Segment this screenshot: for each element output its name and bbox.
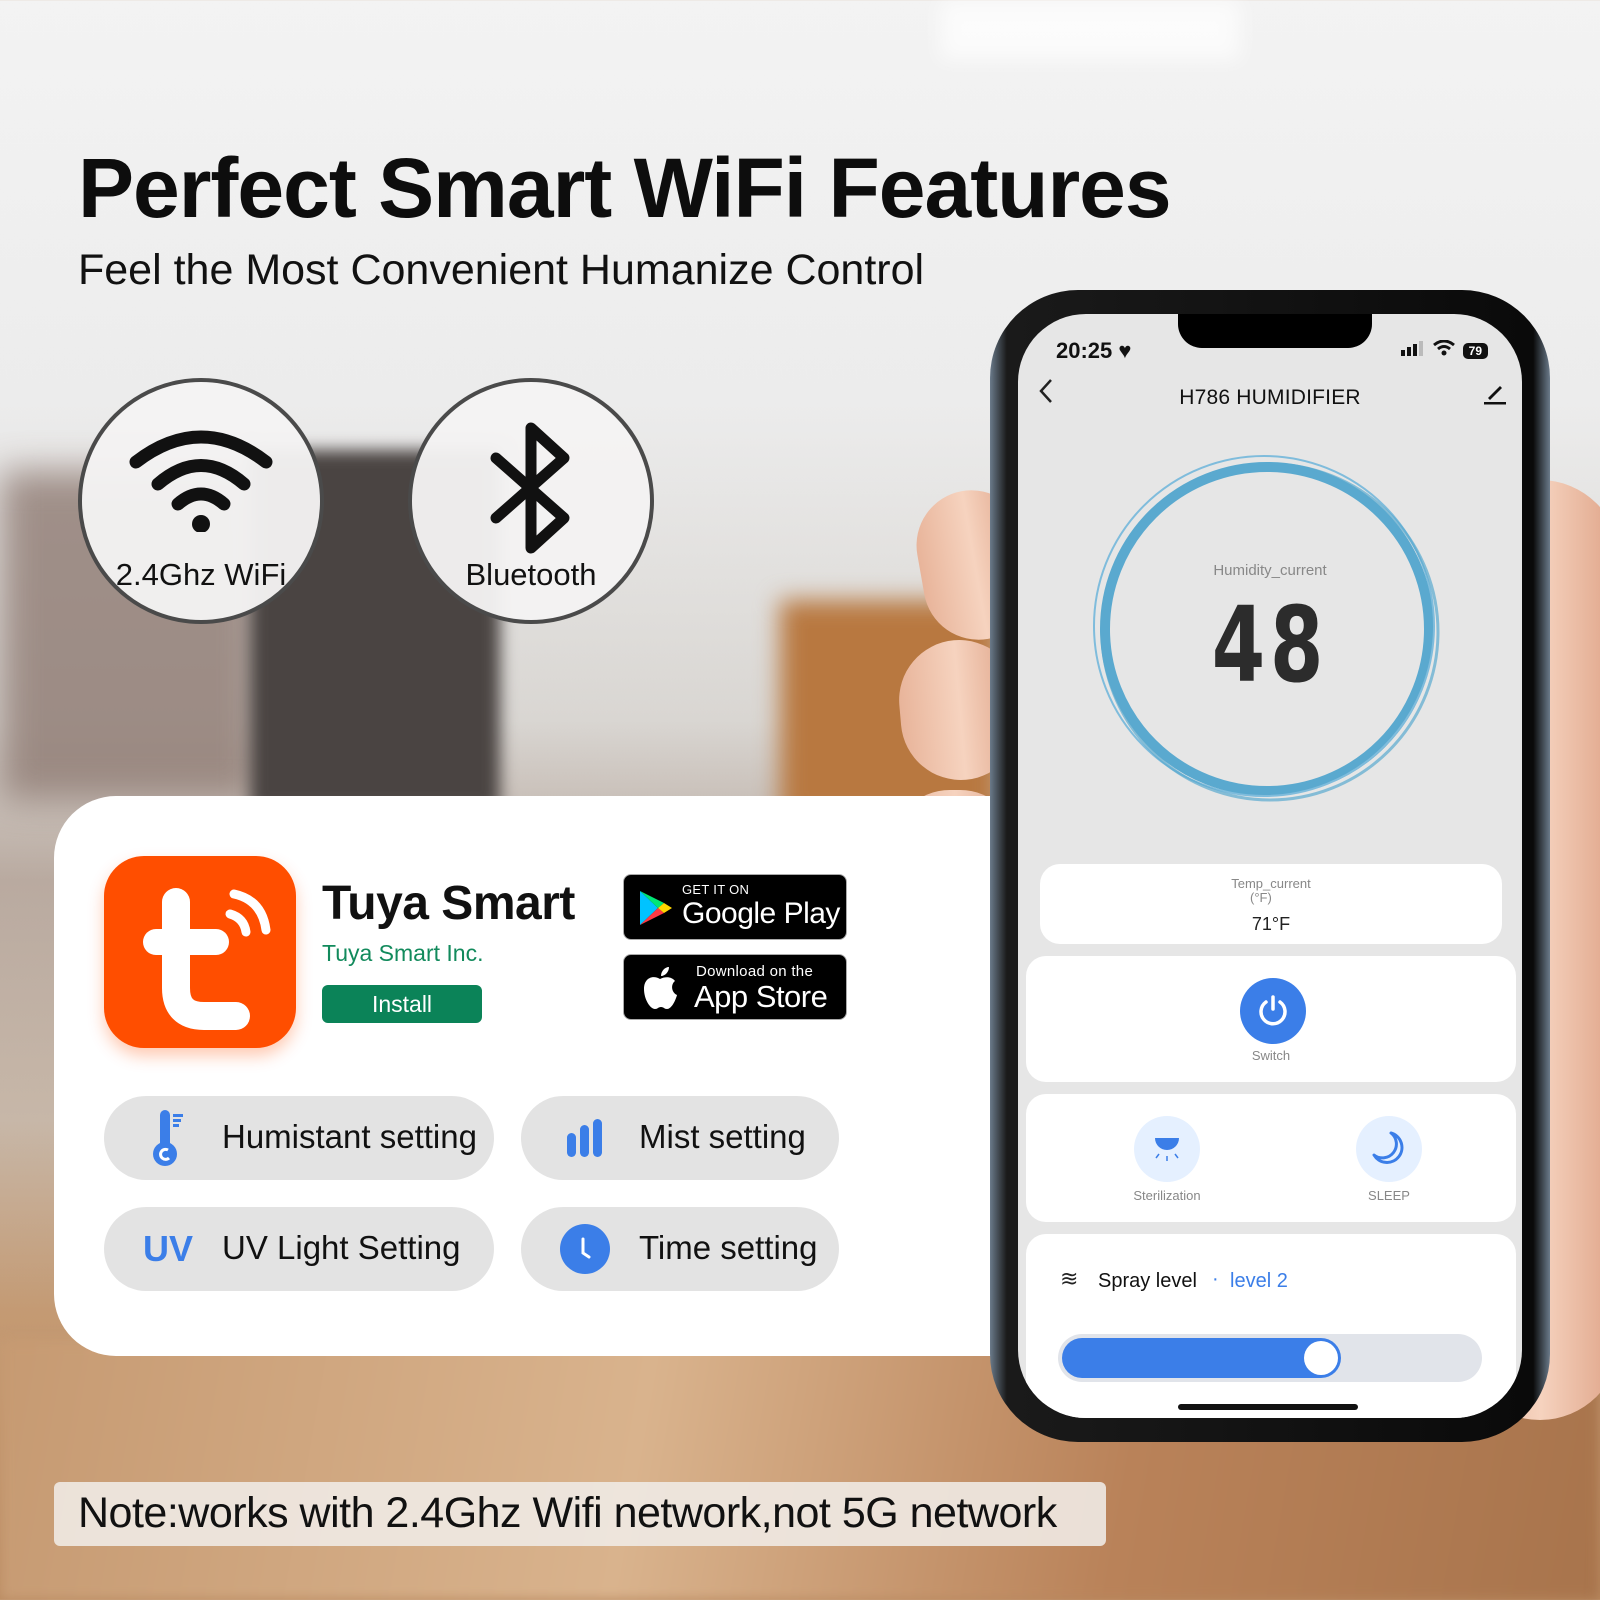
app-store-small-text: Download on the xyxy=(696,963,814,980)
sleep-button[interactable] xyxy=(1356,1116,1422,1182)
network-note-text: Note:works with 2.4Ghz Wifi network,not … xyxy=(78,1489,1057,1537)
status-icons: 79 xyxy=(1400,339,1488,361)
feature-label: Humistant setting xyxy=(222,1118,477,1155)
app-name: Tuya Smart xyxy=(322,877,575,930)
google-play-badge[interactable]: GET IT ON Google Play xyxy=(623,874,847,940)
signal-bars-icon xyxy=(557,1110,613,1166)
slider-fill xyxy=(1062,1338,1341,1378)
sterilization-lamp-icon xyxy=(1155,1138,1179,1161)
mode-card: Sterilization SLEEP xyxy=(1026,1094,1516,1222)
cellular-signal-icon xyxy=(1400,340,1425,361)
app-store-big-text: App Store xyxy=(694,979,828,1014)
wifi-status-icon xyxy=(1432,339,1455,361)
status-time: 20:25 ♥ xyxy=(1056,338,1132,363)
humidity-value: 48 xyxy=(1211,584,1329,706)
phone-device: 20:25 ♥ 79 H786 HUMIDIFIER Humidity_curr… xyxy=(990,290,1550,1442)
humidity-label: Humidity_current xyxy=(1213,562,1327,579)
edit-icon[interactable] xyxy=(1482,380,1508,411)
feature-mist-setting: Mist setting xyxy=(521,1096,839,1180)
home-indicator xyxy=(1178,1404,1358,1410)
phone-screen: 20:25 ♥ 79 H786 HUMIDIFIER Humidity_curr… xyxy=(1018,314,1522,1418)
feature-label: Time setting xyxy=(639,1229,818,1266)
wifi-feature-badge: 2.4Ghz WiFi xyxy=(78,378,324,624)
google-play-small-text: GET IT ON xyxy=(682,882,750,897)
feature-label: Mist setting xyxy=(639,1118,806,1155)
google-play-icon xyxy=(638,889,674,932)
google-play-big-text: Google Play xyxy=(682,897,840,930)
bluetooth-feature-badge: Bluetooth xyxy=(408,378,654,624)
waves-icon: ≋ xyxy=(1060,1266,1079,1291)
temperature-label: Temp_current xyxy=(1231,876,1311,891)
feature-label: UV Light Setting xyxy=(222,1229,461,1266)
spray-level-label: Spray level xyxy=(1098,1270,1197,1292)
spray-level-card: ≋ Spray level · level 2 xyxy=(1026,1234,1516,1418)
app-store-badge[interactable]: Download on the App Store xyxy=(623,954,847,1020)
spray-separator: · xyxy=(1212,1268,1219,1290)
moon-icon xyxy=(1372,1131,1404,1164)
wifi-icon xyxy=(126,422,276,537)
temperature-unit: (°F) xyxy=(1250,890,1272,905)
apple-icon xyxy=(640,965,680,1016)
install-button[interactable]: Install xyxy=(322,985,482,1023)
sleep-label: SLEEP xyxy=(1368,1188,1410,1203)
uv-icon: UV xyxy=(142,1228,193,1269)
temperature-card: Temp_current (°F) 71°F xyxy=(1040,864,1502,944)
wifi-feature-label: 2.4Ghz WiFi xyxy=(115,557,287,592)
network-note: Note:works with 2.4Ghz Wifi network,not … xyxy=(54,1482,1106,1546)
phone-notch xyxy=(1178,314,1372,348)
bluetooth-feature-label: Bluetooth xyxy=(465,557,597,592)
thermometer-icon xyxy=(140,1110,196,1166)
app-developer: Tuya Smart Inc. xyxy=(322,940,484,966)
power-switch-button[interactable] xyxy=(1240,978,1306,1044)
spray-level-value: level 2 xyxy=(1230,1270,1288,1292)
clock-icon xyxy=(557,1221,613,1277)
temperature-value: 71°F xyxy=(1251,914,1291,934)
heart-icon: ♥ xyxy=(1118,338,1132,363)
headline: Perfect Smart WiFi Features xyxy=(78,141,1172,235)
background-window xyxy=(940,0,1240,60)
switch-label: Switch xyxy=(1251,1048,1291,1063)
feature-humistant-setting: Humistant setting xyxy=(104,1096,494,1180)
feature-uv-light-setting: UV UV Light Setting xyxy=(104,1207,494,1291)
slider-thumb[interactable] xyxy=(1304,1341,1338,1375)
battery-indicator: 79 xyxy=(1462,342,1488,359)
feature-time-setting: Time setting xyxy=(521,1207,839,1291)
power-icon xyxy=(1259,995,1287,1026)
spray-level-slider[interactable] xyxy=(1058,1334,1482,1382)
device-title: H786 HUMIDIFIER xyxy=(1179,386,1361,409)
sterilization-button[interactable] xyxy=(1134,1116,1200,1182)
tuya-logo-icon[interactable] xyxy=(104,856,296,1048)
sterilization-label: Sterilization xyxy=(1133,1188,1201,1203)
switch-card: Switch xyxy=(1026,956,1516,1082)
subheadline: Feel the Most Convenient Humanize Contro… xyxy=(78,246,925,294)
bluetooth-icon xyxy=(486,418,576,563)
